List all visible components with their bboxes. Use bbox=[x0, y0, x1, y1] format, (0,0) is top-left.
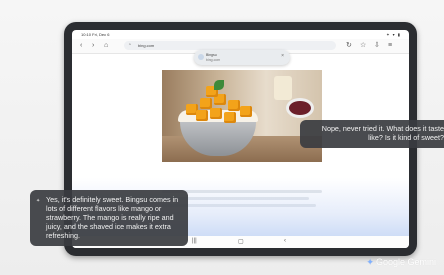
mango-cube bbox=[196, 110, 208, 121]
forward-arrow-icon[interactable]: › bbox=[92, 41, 94, 50]
home-nav-icon[interactable]: ▢ bbox=[238, 238, 244, 245]
back-arrow-icon[interactable]: ‹ bbox=[80, 41, 82, 50]
favicon-icon bbox=[198, 54, 204, 60]
popup-title: Bingsu bbox=[206, 53, 217, 57]
background-scene: 10:10 Fri, Dec 6 ✦ ▾ ▮ ‹ › ⌂ ◔ bing.com … bbox=[0, 0, 444, 275]
home-icon[interactable]: ⌂ bbox=[104, 41, 108, 50]
gemini-star-icon: ✦ bbox=[366, 257, 374, 267]
star-icon[interactable]: ☆ bbox=[360, 41, 366, 50]
address-url: bing.com bbox=[138, 43, 155, 48]
ai-response-text: Yes, it's definitely sweet. Bingsu comes… bbox=[46, 195, 179, 240]
mango-cube bbox=[224, 112, 236, 123]
bingsu-photo bbox=[162, 70, 322, 162]
sparkle-icon: ✦ bbox=[36, 198, 41, 204]
mango-cube bbox=[240, 106, 252, 117]
glass-cup bbox=[274, 76, 292, 100]
mango-cube bbox=[228, 100, 240, 111]
gemini-brand: ✦ Google Gemini bbox=[366, 257, 436, 269]
user-message-text: Nope, never tried it. What does it taste… bbox=[321, 124, 444, 142]
mint-leaf bbox=[214, 80, 224, 90]
recents-icon[interactable]: ||| bbox=[192, 238, 197, 244]
status-icons: ✦ ▾ ▮ bbox=[386, 32, 401, 37]
download-icon[interactable]: ⇩ bbox=[374, 41, 380, 50]
ai-response-bubble: ✦ Yes, it's definitely sweet. Bingsu com… bbox=[30, 190, 188, 246]
brand-name: Google Gemini bbox=[375, 257, 436, 267]
mango-cube bbox=[210, 108, 222, 119]
link-popup[interactable]: Bingsu bing.com × bbox=[194, 50, 290, 65]
lock-icon: ◔ bbox=[128, 42, 132, 48]
popup-subtitle: bing.com bbox=[206, 58, 221, 62]
back-nav-icon[interactable]: ‹ bbox=[284, 238, 286, 244]
user-message-bubble: Nope, never tried it. What does it taste… bbox=[300, 120, 444, 148]
address-bar[interactable]: ◔ bing.com bbox=[124, 41, 336, 50]
menu-icon[interactable]: ≡ bbox=[388, 41, 392, 50]
sauce-dish bbox=[286, 98, 314, 118]
status-bar: 10:10 Fri, Dec 6 ✦ ▾ ▮ bbox=[72, 30, 409, 39]
refresh-icon[interactable]: ↻ bbox=[346, 41, 352, 50]
status-time: 10:10 Fri, Dec 6 bbox=[81, 32, 110, 37]
close-icon[interactable]: × bbox=[281, 53, 284, 59]
